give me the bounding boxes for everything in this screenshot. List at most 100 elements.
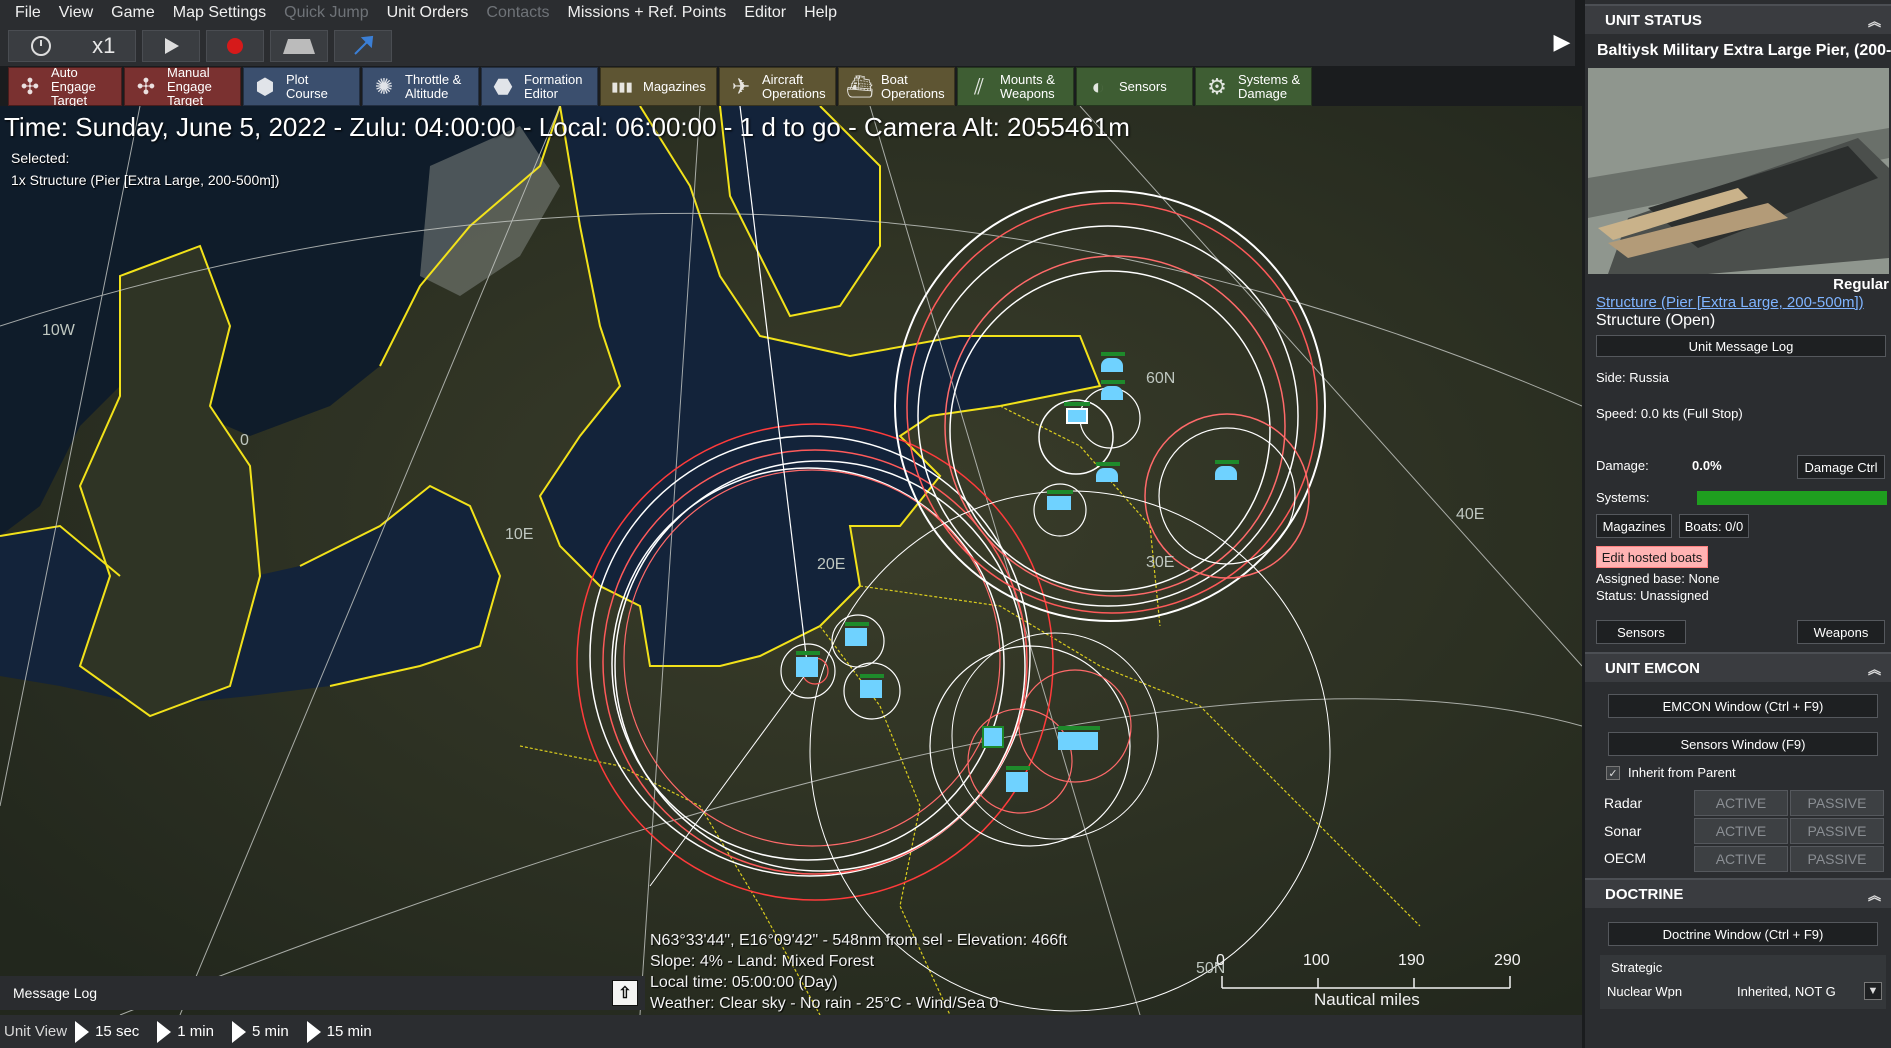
step-5-min-button[interactable]: 5 min bbox=[231, 1020, 289, 1043]
inherit-checkbox[interactable]: ✓ bbox=[1606, 766, 1620, 780]
collapse-chevron-icon[interactable]: ︽ bbox=[1868, 11, 1881, 30]
menu-editor[interactable]: Editor bbox=[735, 4, 795, 22]
unit-marker-facility[interactable] bbox=[982, 726, 1008, 754]
unit-marker-facility[interactable] bbox=[796, 651, 822, 681]
quick-jump-button[interactable] bbox=[334, 30, 392, 62]
sonar-active-button[interactable]: ACTIVE bbox=[1694, 818, 1788, 844]
toolbar-label: Plot Course bbox=[286, 71, 328, 101]
menu-map-settings[interactable]: Map Settings bbox=[164, 4, 275, 22]
step-1-min-button[interactable]: 1 min bbox=[157, 1020, 214, 1043]
toolbar-magazines-button[interactable]: ▮▮▮ Magazines bbox=[600, 67, 717, 106]
toolbar-boat-button[interactable]: ⛴ Boat Operations bbox=[838, 67, 955, 106]
unit-marker-facility[interactable] bbox=[1058, 726, 1102, 756]
damage-ctrl-button[interactable]: Damage Ctrl bbox=[1797, 455, 1885, 479]
menu-file[interactable]: File bbox=[6, 4, 50, 22]
menu-view[interactable]: View bbox=[50, 4, 102, 22]
unit-status-header[interactable]: UNIT STATUS ︽ bbox=[1585, 4, 1891, 34]
toolbar-manual-engage-button[interactable]: ✣ Manual Engage Target bbox=[124, 65, 241, 107]
hud-icon bbox=[283, 39, 315, 54]
magazines-button[interactable]: Magazines bbox=[1596, 514, 1672, 538]
toolbar-auto-engage-button[interactable]: ✣ Auto Engage Target bbox=[8, 65, 122, 107]
unit-message-log-button[interactable]: Unit Message Log bbox=[1596, 335, 1886, 357]
checkmark-icon: ✓ bbox=[1608, 767, 1618, 780]
sensors-window-button[interactable]: Sensors Window (F9) bbox=[1608, 732, 1878, 756]
grid-label-20e: 20E bbox=[817, 556, 846, 573]
magazines-icon: ▮▮▮ bbox=[611, 78, 633, 94]
sensors-button[interactable]: Sensors bbox=[1596, 620, 1686, 644]
play-step-icon bbox=[306, 1020, 321, 1043]
panel-collapse-arrow-icon[interactable]: ▶ bbox=[1548, 28, 1576, 56]
oecm-active-button[interactable]: ACTIVE bbox=[1694, 846, 1788, 872]
clock-icon bbox=[30, 36, 51, 56]
nuclear-wpn-value[interactable]: Inherited, NOT G bbox=[1737, 984, 1836, 999]
play-button[interactable] bbox=[142, 30, 200, 62]
toolbar-label: Sensors bbox=[1119, 78, 1167, 94]
menu-unit-orders[interactable]: Unit Orders bbox=[378, 4, 478, 22]
auto-engage-icon: ✣ bbox=[20, 73, 40, 99]
tactical-map[interactable]: Time: Sunday, June 5, 2022 - Zulu: 04:00… bbox=[0, 106, 1582, 1015]
unit-marker-facility[interactable] bbox=[845, 622, 871, 652]
boats-button[interactable]: Boats: 0/0 bbox=[1679, 514, 1749, 538]
step-15-sec-button[interactable]: 15 sec bbox=[75, 1020, 139, 1043]
step-15-min-button[interactable]: 15 min bbox=[306, 1020, 372, 1043]
unit-marker-facility[interactable] bbox=[1006, 766, 1032, 796]
message-log-expand-icon[interactable]: ⇧ bbox=[612, 980, 638, 1006]
sonar-passive-button[interactable]: PASSIVE bbox=[1790, 818, 1884, 844]
unit-marker-selected-pier[interactable] bbox=[1062, 402, 1092, 426]
systems-bar-fill bbox=[1697, 491, 1887, 505]
unit-class-link[interactable]: Structure (Pier [Extra Large, 200-500m]) bbox=[1596, 294, 1864, 311]
toolbar-plot-course-button[interactable]: ⬢ Plot Course bbox=[243, 67, 360, 106]
message-log-bar[interactable]: Message Log bbox=[0, 976, 645, 1010]
menu-contacts[interactable]: Contacts bbox=[477, 4, 558, 22]
record-button[interactable] bbox=[206, 30, 264, 62]
unit-view-label[interactable]: Unit View bbox=[0, 1023, 67, 1040]
nuclear-wpn-label: Nuclear Wpn bbox=[1607, 984, 1683, 999]
cursor-local-time: Local time: 05:00:00 (Day) bbox=[650, 974, 838, 991]
time-compression-button[interactable]: x1 bbox=[8, 30, 136, 62]
unit-emcon-header[interactable]: UNIT EMCON ︽ bbox=[1585, 652, 1891, 682]
radar-passive-button[interactable]: PASSIVE bbox=[1790, 790, 1884, 816]
menu-help[interactable]: Help bbox=[795, 4, 846, 22]
unit-marker-airbase[interactable] bbox=[1101, 380, 1127, 406]
doctrine-window-button[interactable]: Doctrine Window (Ctrl + F9) bbox=[1608, 922, 1878, 946]
unit-marker-naval-base[interactable] bbox=[1047, 490, 1075, 516]
emcon-window-button[interactable]: EMCON Window (Ctrl + F9) bbox=[1608, 694, 1878, 718]
collapse-chevron-icon[interactable]: ︽ bbox=[1868, 885, 1881, 904]
unit-emcon-section: EMCON Window (Ctrl + F9) Sensors Window … bbox=[1585, 682, 1891, 872]
unit-marker-airbase[interactable] bbox=[1215, 460, 1241, 486]
assigned-base-label: Assigned base: None bbox=[1596, 571, 1720, 586]
toolbar-sensors-button[interactable]: ◐ Sensors bbox=[1076, 67, 1193, 106]
weapons-button[interactable]: Weapons bbox=[1797, 620, 1885, 644]
edit-hosted-boats-button[interactable]: Edit hosted boats bbox=[1596, 546, 1708, 568]
collapse-chevron-icon[interactable]: ︽ bbox=[1868, 659, 1881, 678]
damage-label: Damage: bbox=[1596, 458, 1649, 473]
selected-description: 1x Structure (Pier [Extra Large, 200-500… bbox=[11, 172, 280, 188]
menu-quick-jump[interactable]: Quick Jump bbox=[275, 4, 377, 22]
doctrine-header[interactable]: DOCTRINE ︽ bbox=[1585, 878, 1891, 908]
unit-marker-airbase[interactable] bbox=[1101, 352, 1127, 378]
hud-button[interactable] bbox=[270, 30, 328, 62]
menu-bar: File View Game Map Settings Quick Jump Unit O… bbox=[0, 0, 1575, 26]
toolbar-formation-button[interactable]: ⬣ Formation Editor bbox=[481, 67, 598, 106]
chevron-down-icon[interactable]: ▼ bbox=[1864, 982, 1882, 1000]
toolbar-label: Mounts & Weapons bbox=[1000, 71, 1055, 101]
sensors-icon: ◐ bbox=[1091, 73, 1105, 99]
toolbar-label: Aircraft Operations bbox=[762, 71, 826, 101]
toolbar-mounts-button[interactable]: ⫽ Mounts & Weapons bbox=[957, 67, 1074, 106]
unit-marker-airbase[interactable] bbox=[1096, 462, 1122, 488]
toolbar-label: Magazines bbox=[643, 78, 706, 94]
side-label: Side: Russia bbox=[1596, 370, 1669, 385]
grid-label-0: 0 bbox=[240, 432, 249, 449]
oecm-passive-button[interactable]: PASSIVE bbox=[1790, 846, 1884, 872]
doctrine-title: DOCTRINE bbox=[1605, 885, 1684, 903]
radar-active-button[interactable]: ACTIVE bbox=[1694, 790, 1788, 816]
step-label: 5 min bbox=[251, 1023, 289, 1040]
menu-missions-ref-points[interactable]: Missions + Ref. Points bbox=[559, 4, 736, 22]
unit-marker-facility[interactable] bbox=[860, 674, 886, 704]
toolbar-systems-button[interactable]: ⚙ Systems & Damage bbox=[1195, 67, 1312, 106]
menu-game[interactable]: Game bbox=[102, 4, 164, 22]
unit-panel: UNIT STATUS ︽ Baltiysk Military Extra La… bbox=[1585, 0, 1891, 1048]
sensors-weapons-row: Sensors Weapons bbox=[1585, 618, 1891, 648]
toolbar-aircraft-button[interactable]: ✈ Aircraft Operations bbox=[719, 67, 836, 106]
toolbar-throttle-button[interactable]: ✺ Throttle & Altitude bbox=[362, 67, 479, 106]
